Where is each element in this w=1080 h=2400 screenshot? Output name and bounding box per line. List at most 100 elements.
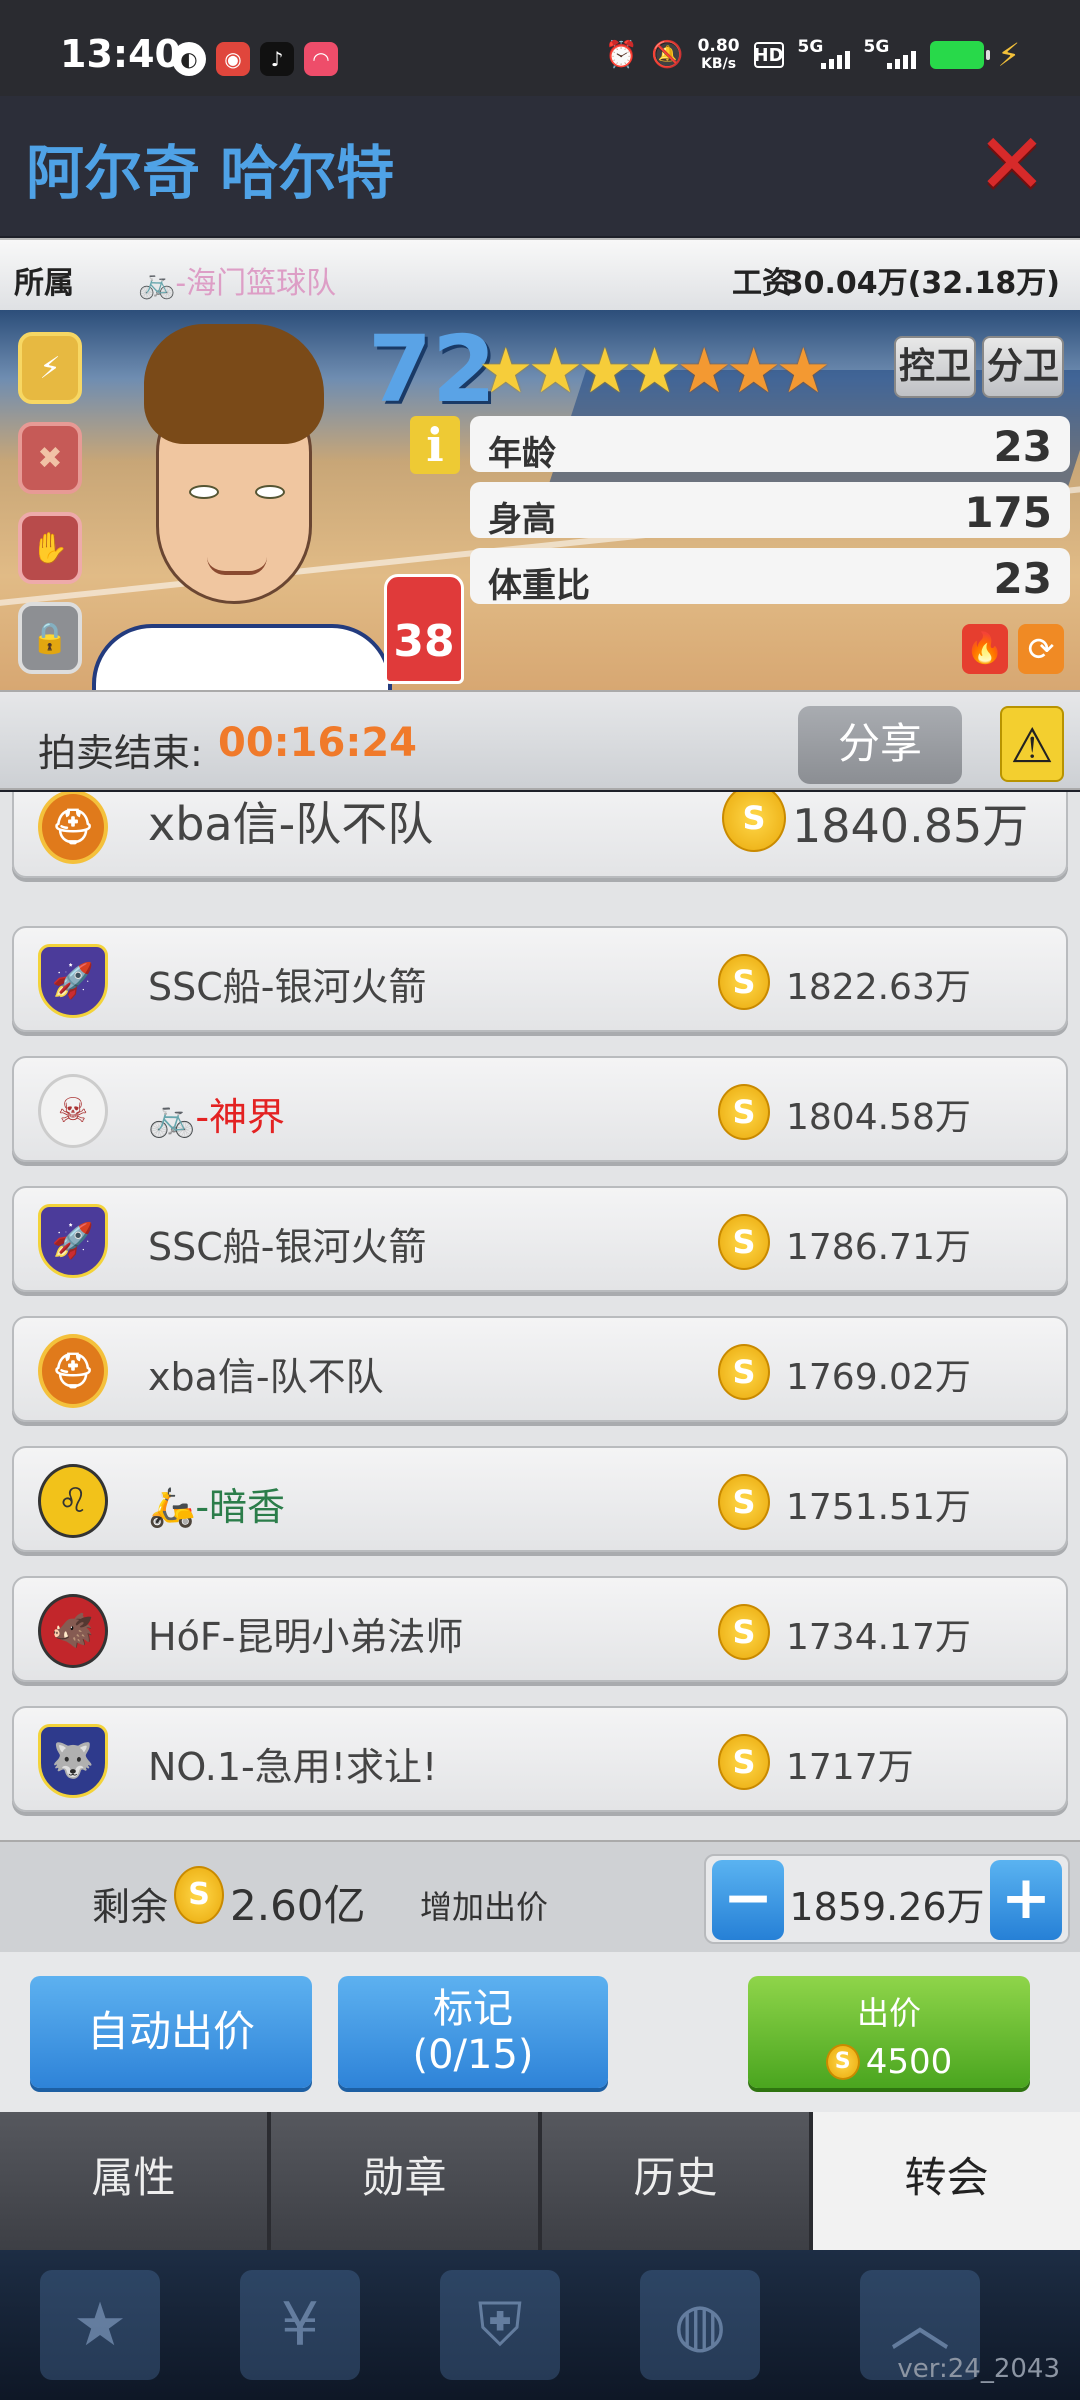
lock-badge-icon[interactable]: 🔒 — [18, 602, 82, 674]
coin-icon: S — [722, 792, 786, 852]
bid-amount: 1822.63万 — [786, 967, 971, 1008]
player-name: 阿尔奇 哈尔特 — [26, 139, 395, 207]
bid-row: ⛑ xba信-队不队 S 1769.02万 — [12, 1316, 1068, 1422]
attribute-height: 身高 175 — [470, 482, 1070, 540]
bid-amount: 1734.17万 — [786, 1617, 971, 1658]
auto-bid-button[interactable]: 自动出价 — [30, 1976, 312, 2088]
bicycle-icon: 🚲 — [138, 266, 176, 301]
bid-controls: 剩余 S 2.60亿 增加出价 − 1859.26万 + — [0, 1840, 1080, 1952]
bid-amount: 1804.58万 — [786, 1097, 971, 1138]
network-speed: 0.80 KB/s — [697, 35, 740, 72]
warning-icon[interactable]: ⚠ — [1000, 706, 1064, 782]
remaining-label: 剩余 — [92, 1885, 169, 1929]
bid-team: 🛵-暗香 — [148, 1485, 286, 1529]
hd-icon: HD — [753, 42, 784, 68]
lightning-badge-icon[interactable]: ⚡ — [18, 332, 82, 404]
bid-row: ☠ 🚲-神界 S 1804.58万 — [12, 1056, 1068, 1162]
bicycle-icon: 🚲 — [148, 1095, 196, 1139]
alarm-icon: ⏰ — [605, 40, 638, 70]
coin-icon: S — [718, 1604, 770, 1660]
auction-bar: 拍卖结束: 00:16:24 分享 ⚠ — [0, 690, 1080, 790]
spartan-helmet-icon: ⛑ — [38, 792, 108, 864]
bid-amount: 1786.71万 — [786, 1227, 971, 1268]
player-avatar — [92, 324, 392, 690]
plus-button[interactable]: + — [990, 1860, 1062, 1940]
tab-history[interactable]: 历史 — [542, 2112, 813, 2250]
battery-icon — [929, 41, 990, 69]
swap-icon[interactable]: ⟳ — [1018, 624, 1064, 674]
bid-amount: 1717万 — [786, 1747, 914, 1788]
star-rating: ★★★★★★★ — [478, 334, 831, 407]
viking-icon: ☠ — [38, 1074, 108, 1148]
coin-icon: S — [718, 1084, 770, 1140]
affiliation-row: 所属 🚲-海门篮球队 工资 30.04万(32.18万) — [0, 238, 1080, 310]
action-bar: 自动出价 标记 (0/15) 出价 S 4500 — [0, 1952, 1080, 2112]
coin-icon: S — [718, 954, 770, 1010]
status-time: 13:40 — [60, 32, 181, 76]
rocket-shield-icon: 🚀 — [38, 1204, 108, 1278]
tab-attributes[interactable]: 属性 — [0, 2112, 271, 2250]
affiliation-team[interactable]: 🚲-海门篮球队 — [138, 258, 336, 302]
auction-timer: 00:16:24 — [218, 720, 417, 766]
signal-2-icon: 5G — [864, 37, 916, 71]
fire-icon[interactable]: 🔥 — [962, 624, 1008, 674]
salary-value: 30.04万(32.18万) — [782, 266, 1060, 301]
coin-icon: S — [174, 1866, 224, 1924]
bid-row: 🚀 SSC船-银河火箭 S 1786.71万 — [12, 1186, 1068, 1292]
status-bar: 13:40 ◐ ◉ ♪ ◠ ⏰ 🔕 0.80 KB/s HD 5G 5G ⚡ — [0, 0, 1080, 96]
minus-button[interactable]: − — [712, 1860, 784, 1940]
hand-badge-icon[interactable]: ✋ — [18, 512, 82, 584]
app-notification-icon: ◠ — [304, 42, 338, 76]
bid-amount: 1769.02万 — [786, 1357, 971, 1398]
mark-button[interactable]: 标记 (0/15) — [338, 1976, 608, 2088]
increase-bid-label: 增加出价 — [420, 1888, 549, 1926]
coin-icon: S — [825, 2044, 860, 2080]
bid-row: 🐗 HóF-昆明小弟法师 S 1734.17万 — [12, 1576, 1068, 1682]
rocket-shield-icon: 🚀 — [38, 944, 108, 1018]
crossed-badge-icon[interactable]: ✖ — [18, 422, 82, 494]
jersey-number: 38 — [393, 616, 455, 667]
app-notification-icon: ◉ — [216, 42, 250, 76]
scooter-icon: 🛵 — [148, 1485, 196, 1529]
jersey-icon: 38 — [384, 574, 464, 684]
bid-team: NO.1-急用!求让! — [148, 1745, 438, 1789]
bid-amount: 1840.85万 — [792, 799, 1029, 853]
version-label: ver:24_2043 — [897, 2354, 1060, 2384]
bid-team: HóF-昆明小弟法师 — [148, 1615, 464, 1659]
boar-icon: 🐗 — [38, 1594, 108, 1668]
bid-team: xba信-队不队 — [148, 1355, 384, 1399]
tab-badges[interactable]: 勋章 — [271, 2112, 542, 2250]
player-card: ⚡ ✖ ✋ 🔒 38 72 ★★★★★★★ 控卫 分卫 i 年龄 23 身高 175… — [0, 310, 1080, 690]
tab-transfer[interactable]: 转会 — [813, 2112, 1080, 2250]
auction-end-label: 拍卖结束: — [38, 731, 203, 775]
bid-value: 1859.26万 — [789, 1885, 985, 1929]
bid-row: ♌ 🛵-暗香 S 1751.51万 — [12, 1446, 1068, 1552]
globe-icon: ◍ — [640, 2270, 760, 2380]
bid-cost: 4500 — [865, 2042, 953, 2082]
bid-row: 🚀 SSC船-银河火箭 S 1822.63万 — [12, 926, 1068, 1032]
wolf-shield-icon: 🐺 — [38, 1724, 108, 1798]
charging-icon: ⚡ — [997, 36, 1020, 74]
bid-team: SSC船-银河火箭 — [148, 965, 427, 1009]
mute-icon: 🔕 — [651, 40, 684, 70]
bid-team: SSC船-银河火箭 — [148, 1225, 427, 1269]
bid-row: 🐺 NO.1-急用!求让! S 1717万 — [12, 1706, 1068, 1812]
star-icon: ★ — [40, 2270, 160, 2380]
position-badge: 分卫 — [982, 336, 1064, 398]
position-badge: 控卫 — [894, 336, 976, 398]
game-footer: ★ ¥ ⛨ ◍ ︿ ver:24_2043 — [0, 2250, 1080, 2400]
share-button[interactable]: 分享 — [798, 706, 962, 784]
close-icon[interactable]: ✕ — [972, 122, 1052, 206]
lion-icon: ♌ — [38, 1464, 108, 1538]
bid-button[interactable]: 出价 S 4500 — [748, 1976, 1030, 2088]
spartan-helmet-icon: ⛑ — [38, 1334, 108, 1408]
coin-icon: S — [718, 1344, 770, 1400]
info-icon[interactable]: i — [410, 416, 460, 474]
bid-team: xba信-队不队 — [148, 797, 434, 851]
bid-list[interactable]: ⛑ xba信-队不队 S 1840.85万 🚀 SSC船-银河火箭 S 1822… — [0, 792, 1080, 1840]
attribute-weight-ratio: 体重比 23 — [470, 548, 1070, 606]
dialog-header: 阿尔奇 哈尔特 ✕ — [0, 96, 1080, 236]
attribute-age: 年龄 23 — [470, 416, 1070, 474]
coin-icon: S — [718, 1214, 770, 1270]
tab-bar: 属性 勋章 历史 转会 — [0, 2112, 1080, 2250]
